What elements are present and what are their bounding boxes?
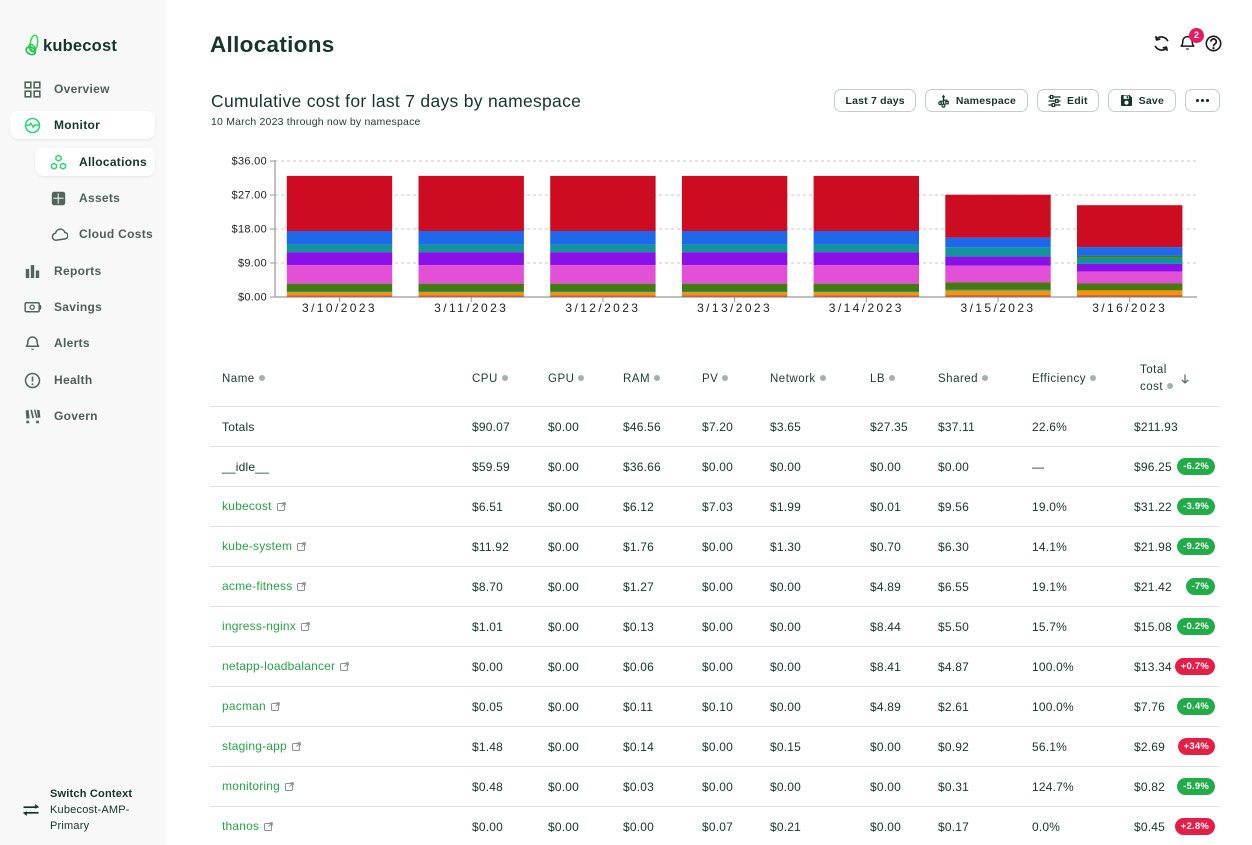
svg-text:3/14/2023: 3/14/2023 bbox=[829, 301, 904, 315]
svg-text:3/13/2023: 3/13/2023 bbox=[697, 301, 772, 315]
svg-text:3/12/2023: 3/12/2023 bbox=[565, 301, 640, 315]
svg-text:$36.00: $36.00 bbox=[232, 156, 267, 168]
svg-text:3/11/2023: 3/11/2023 bbox=[434, 301, 508, 315]
svg-text:3/16/2023: 3/16/2023 bbox=[1092, 301, 1167, 315]
svg-text:$18.00: $18.00 bbox=[232, 224, 267, 236]
svg-text:3/15/2023: 3/15/2023 bbox=[961, 301, 1036, 315]
svg-text:$0.00: $0.00 bbox=[238, 292, 267, 304]
svg-text:$27.00: $27.00 bbox=[232, 190, 267, 202]
svg-text:3/10/2023: 3/10/2023 bbox=[302, 301, 377, 315]
svg-text:$9.00: $9.00 bbox=[238, 258, 267, 270]
